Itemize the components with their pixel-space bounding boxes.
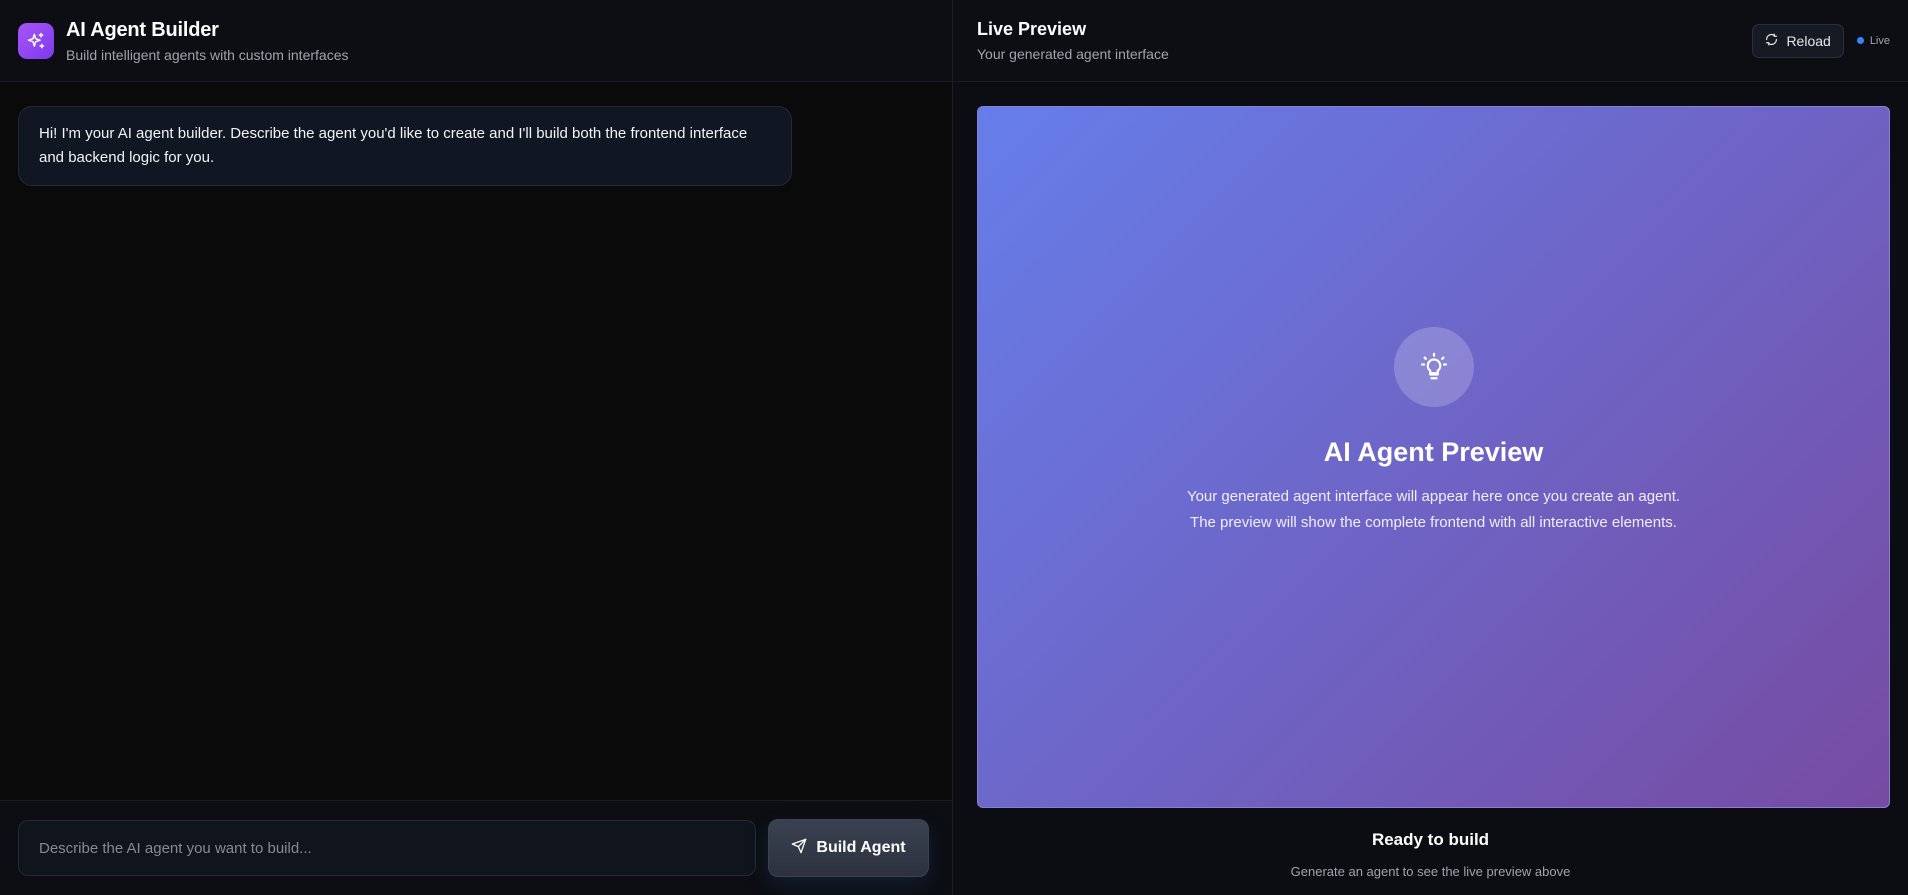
preview-panel-subtitle: Your generated agent interface xyxy=(977,46,1169,62)
builder-header: AI Agent Builder Build intelligent agent… xyxy=(0,0,952,82)
preview-canvas: AI Agent Preview Your generated agent in… xyxy=(977,106,1890,808)
refresh-icon xyxy=(1765,32,1778,49)
preview-actions: Reload Live xyxy=(1752,23,1890,58)
send-icon xyxy=(791,838,807,859)
chat-messages: Hi! I'm your AI agent builder. Describe … xyxy=(0,82,952,800)
build-agent-label: Build Agent xyxy=(816,839,906,856)
preview-heading: AI Agent Preview xyxy=(1323,436,1544,467)
lightbulb-icon xyxy=(1393,326,1474,407)
app-title: AI Agent Builder xyxy=(66,18,219,41)
preview-title-block: Live Preview Your generated agent interf… xyxy=(977,19,1169,62)
reload-label: Reload xyxy=(1786,32,1831,49)
preview-header: Live Preview Your generated agent interf… xyxy=(953,0,1908,82)
builder-title-block: AI Agent Builder Build intelligent agent… xyxy=(66,19,348,63)
status-title: Ready to build xyxy=(1371,830,1490,849)
build-status: Ready to build Generate an agent to see … xyxy=(953,830,1908,879)
preview-panel-title: Live Preview xyxy=(977,19,1087,39)
composer: Build Agent xyxy=(0,800,952,895)
status-subtitle: Generate an agent to see the live previe… xyxy=(1290,864,1571,879)
preview-container: AI Agent Preview Your generated agent in… xyxy=(953,82,1908,808)
assistant-message: Hi! I'm your AI agent builder. Describe … xyxy=(18,106,792,186)
live-label: Live xyxy=(1869,34,1890,47)
preview-panel: Live Preview Your generated agent interf… xyxy=(953,0,1908,895)
build-agent-button[interactable]: Build Agent xyxy=(768,819,929,877)
app-root: AI Agent Builder Build intelligent agent… xyxy=(0,0,1908,895)
builder-panel: AI Agent Builder Build intelligent agent… xyxy=(0,0,953,895)
sparkles-icon xyxy=(18,22,54,59)
live-indicator: Live xyxy=(1856,34,1890,47)
preview-description: Your generated agent interface will appe… xyxy=(1186,487,1681,531)
app-subtitle: Build intelligent agents with custom int… xyxy=(66,46,349,63)
reload-button[interactable]: Reload xyxy=(1752,23,1844,58)
live-status-dot xyxy=(1856,37,1864,44)
agent-description-input[interactable] xyxy=(18,820,756,876)
